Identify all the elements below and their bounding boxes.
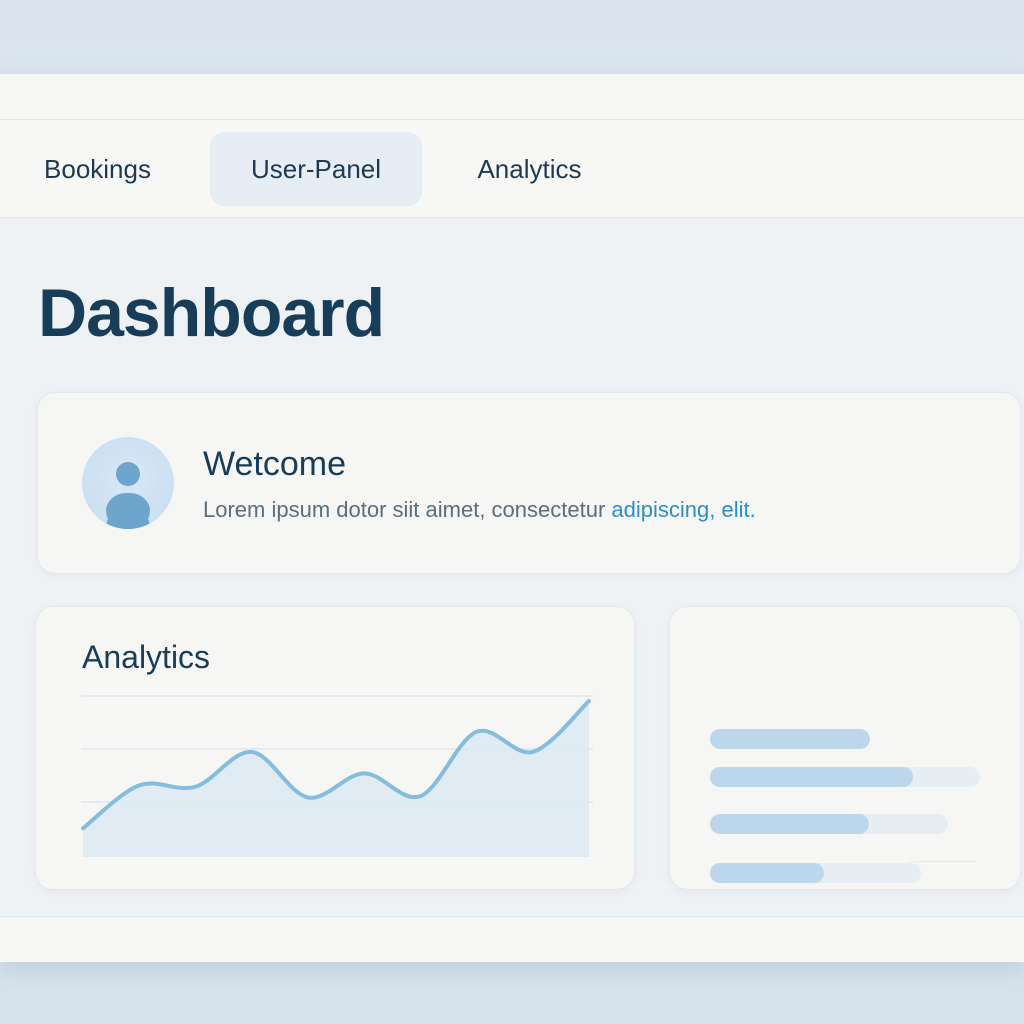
welcome-title: Wetcome bbox=[203, 445, 346, 483]
stat-bar-fill bbox=[710, 863, 824, 883]
tab-bookings[interactable]: Bookings bbox=[20, 132, 175, 206]
welcome-text: Lorem ipsum dotor siit aimet, consectetu… bbox=[203, 497, 756, 523]
title-bar bbox=[0, 74, 1024, 120]
welcome-card: Wetcome Lorem ipsum dotor siit aimet, co… bbox=[37, 392, 1021, 574]
avatar[interactable] bbox=[82, 437, 174, 529]
stats-card bbox=[669, 606, 1021, 890]
footer-bar bbox=[0, 916, 1024, 962]
stat-bar bbox=[710, 767, 980, 787]
stat-bar-fill bbox=[710, 729, 870, 749]
tab-user-panel[interactable]: User-Panel bbox=[210, 132, 422, 206]
tab-analytics[interactable]: Analytics bbox=[452, 132, 607, 206]
analytics-card: Analytics bbox=[35, 606, 635, 890]
top-nav: Bookings User-Panel Analytics bbox=[0, 120, 1024, 218]
welcome-body: Lorem ipsum dotor siit aimet, consectetu… bbox=[203, 497, 612, 522]
stat-bar bbox=[710, 814, 948, 834]
stat-bar-fill bbox=[710, 767, 913, 787]
stat-bar bbox=[710, 863, 921, 883]
user-icon bbox=[106, 462, 150, 529]
stat-bar bbox=[710, 729, 870, 749]
analytics-chart bbox=[81, 695, 593, 857]
app-window: Bookings User-Panel Analytics Dashboard … bbox=[0, 74, 1024, 962]
stat-bar-fill bbox=[710, 814, 870, 834]
chart-area bbox=[83, 701, 589, 857]
analytics-title: Analytics bbox=[82, 639, 211, 675]
page-title: Dashboard bbox=[38, 275, 385, 351]
welcome-link[interactable]: adipiscing, elit. bbox=[611, 497, 755, 522]
divider bbox=[910, 861, 976, 862]
